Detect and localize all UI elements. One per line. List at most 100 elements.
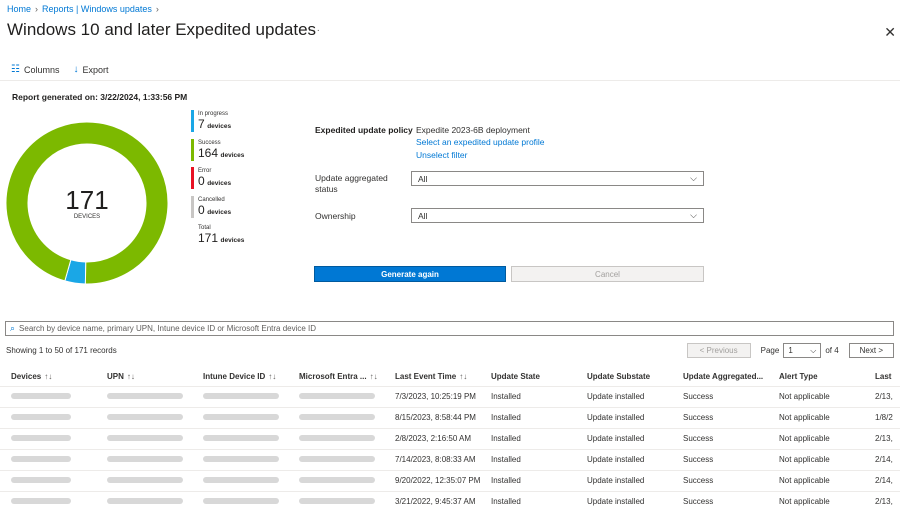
column-header-devices[interactable]: Devices ↑↓ [0, 368, 96, 386]
column-header-last-event-time[interactable]: Last Event Time ↑↓ [384, 368, 480, 386]
update-substate-cell: Update installed [576, 469, 672, 491]
more-options-icon[interactable]: ··· [308, 25, 321, 36]
legend-color-bar [191, 195, 194, 218]
legend-item-in-progress[interactable]: In progress 7 devices [191, 110, 244, 136]
table-row[interactable]: 3/21/2022, 9:45:37 AM Installed Update i… [0, 490, 900, 509]
table-row[interactable]: 9/20/2022, 12:35:07 PM Installed Update … [0, 469, 900, 491]
columns-button[interactable]: ☷ Columns [11, 64, 59, 75]
legend-value: 0 [198, 174, 205, 188]
policy-label: Expedited update policy [315, 125, 413, 135]
alert-type-cell: Not applicable [768, 385, 864, 407]
last-event-time-cell: 8/15/2023, 8:58:44 PM [384, 406, 480, 428]
upn-cell-redacted [96, 427, 192, 449]
records-count: Showing 1 to 50 of 171 records [6, 346, 117, 355]
sort-icon: ↑↓ [268, 372, 277, 382]
device-cell-redacted [0, 427, 96, 449]
status-dropdown[interactable]: All ⌵ [411, 171, 704, 186]
entra-id-cell-redacted [288, 427, 384, 449]
update-substate-cell: Update installed [576, 448, 672, 470]
update-aggregated-cell: Success [672, 469, 768, 491]
table-row[interactable]: 8/15/2023, 8:58:44 PM Installed Update i… [0, 406, 900, 428]
unselect-filter-link[interactable]: Unselect filter [416, 150, 468, 160]
chevron-down-icon: ⌵ [690, 210, 697, 220]
page-select[interactable]: 1 ⌵ [783, 343, 822, 358]
alert-type-cell: Not applicable [768, 448, 864, 470]
select-profile-link[interactable]: Select an expedited update profile [416, 137, 545, 147]
update-state-cell: Installed [480, 490, 576, 509]
intune-id-cell-redacted [192, 469, 288, 491]
status-label-line1: Update aggregated [315, 173, 388, 183]
table-row[interactable]: 2/8/2023, 2:16:50 AM Installed Update in… [0, 427, 900, 449]
toolbar: ☷ Columns ↓ Export [11, 64, 109, 75]
legend-unit: devices [207, 123, 232, 130]
column-header-update-state[interactable]: Update State [480, 368, 576, 386]
update-substate-cell: Update installed [576, 490, 672, 509]
ownership-dropdown-value: All [418, 210, 428, 221]
last-event-time-cell: 2/8/2023, 2:16:50 AM [384, 427, 480, 449]
last-event-time-cell: 3/21/2022, 9:45:37 AM [384, 490, 480, 509]
column-header-last[interactable]: Last [864, 368, 900, 386]
entra-id-cell-redacted [288, 385, 384, 407]
upn-cell-redacted [96, 406, 192, 428]
close-icon[interactable]: ✕ [884, 24, 896, 41]
update-state-cell: Installed [480, 469, 576, 491]
device-cell-redacted [0, 448, 96, 470]
export-label: Export [82, 64, 109, 75]
page-label: Page [760, 346, 780, 355]
page-select-value: 1 [788, 346, 793, 355]
last-cell: 1/8/2 [864, 406, 900, 428]
status-filter-label: Update aggregated status [315, 173, 388, 195]
legend-item-error[interactable]: Error 0 devices [191, 167, 244, 193]
intune-id-cell-redacted [192, 490, 288, 509]
donut-total: 171 [65, 185, 109, 215]
upn-cell-redacted [96, 469, 192, 491]
next-button[interactable]: Next > [848, 343, 894, 358]
legend-item-cancelled[interactable]: Cancelled 0 devices [191, 195, 244, 222]
last-cell: 2/13, [864, 385, 900, 407]
breadcrumb-windows-updates[interactable]: Reports | Windows updates [42, 4, 152, 14]
legend-unit: devices [207, 208, 232, 216]
legend-item-success[interactable]: Success 164 devices [191, 138, 244, 165]
table-row[interactable]: 7/14/2023, 8:08:33 AM Installed Update i… [0, 448, 900, 470]
device-cell-redacted [0, 406, 96, 428]
breadcrumb-home[interactable]: Home [7, 4, 31, 14]
chevron-down-icon: ⌵ [690, 173, 697, 183]
generate-again-button[interactable]: Generate again [314, 266, 506, 282]
header-label: Microsoft Entra ... [299, 372, 367, 382]
last-cell: 2/13, [864, 490, 900, 509]
update-aggregated-cell: Success [672, 490, 768, 509]
cancel-button[interactable]: Cancel [511, 266, 704, 282]
column-header-entra-device-id[interactable]: Microsoft Entra ... ↑↓ [288, 368, 384, 386]
sort-icon: ↑↓ [459, 372, 468, 382]
header-label: Devices [11, 372, 42, 382]
device-cell-redacted [0, 469, 96, 491]
ownership-dropdown[interactable]: All ⌵ [411, 208, 704, 223]
upn-cell-redacted [96, 490, 192, 509]
last-event-time-cell: 7/3/2023, 10:25:19 PM [384, 385, 480, 407]
table-header-row: Devices ↑↓ UPN ↑↓ Intune Device ID ↑↓ Micro… [0, 368, 900, 386]
column-header-intune-device-id[interactable]: Intune Device ID ↑↓ [192, 368, 288, 386]
update-substate-cell: Update installed [576, 427, 672, 449]
column-header-update-aggregated[interactable]: Update Aggregated... [672, 368, 768, 386]
chevron-down-icon: ⌵ [810, 345, 817, 355]
update-state-cell: Installed [480, 427, 576, 449]
header-label: UPN [107, 372, 124, 382]
search-box[interactable]: ⌕ Search by device name, primary UPN, In… [5, 321, 894, 336]
table-row[interactable]: 7/3/2023, 10:25:19 PM Installed Update i… [0, 385, 900, 407]
entra-id-cell-redacted [288, 490, 384, 509]
chevron-right-icon: › [155, 4, 159, 14]
devices-table: Devices ↑↓ UPN ↑↓ Intune Device ID ↑↓ Micro… [0, 368, 900, 509]
column-header-alert-type[interactable]: Alert Type [768, 368, 864, 386]
upn-cell-redacted [96, 385, 192, 407]
sort-icon: ↑↓ [369, 372, 378, 382]
previous-button[interactable]: < Previous [686, 343, 751, 358]
column-header-update-substate[interactable]: Update Substate [576, 368, 672, 386]
search-icon: ⌕ [10, 323, 16, 333]
export-button[interactable]: ↓ Export [73, 64, 108, 75]
column-header-upn[interactable]: UPN ↑↓ [96, 368, 192, 386]
status-dropdown-value: All [418, 173, 428, 184]
intune-id-cell-redacted [192, 448, 288, 470]
donut-legend: In progress 7 devices Success 164 device… [191, 110, 244, 253]
legend-value: 164 [198, 145, 219, 160]
columns-label: Columns [23, 64, 60, 75]
